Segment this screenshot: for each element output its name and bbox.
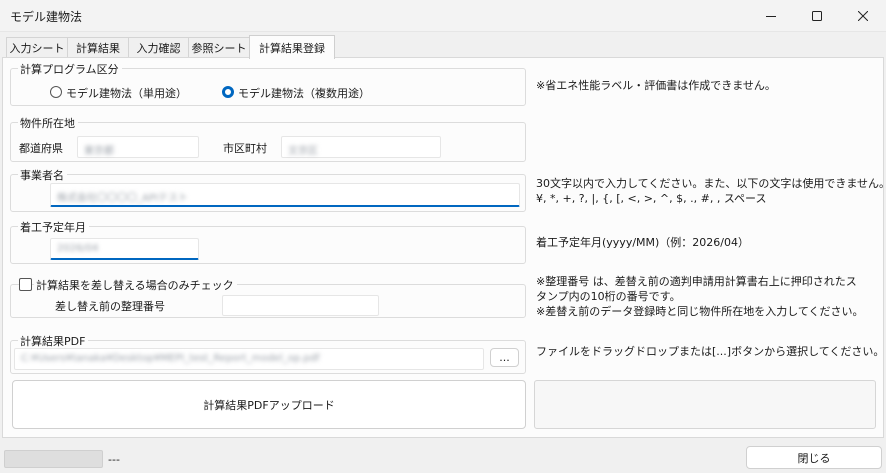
- tab-input-confirm[interactable]: 入力確認: [128, 37, 189, 58]
- city-label: 市区町村: [223, 142, 267, 155]
- pdf-legend: 計算結果PDF: [18, 333, 89, 349]
- upload-status-area: [534, 380, 876, 429]
- replace-note-1: ※整理番号 は、差替え前の適判申請用計算書右上に押印されたス: [536, 275, 857, 288]
- prefecture-input[interactable]: 東京都: [77, 136, 199, 158]
- prefecture-value: 東京都: [84, 146, 114, 157]
- close-button[interactable]: 閉じる: [746, 446, 882, 469]
- pdf-note: ファイルをドラッグドロップまたは[...]ボタンから選択してください。: [536, 345, 885, 358]
- program-legend: 計算プログラム区分: [18, 61, 122, 77]
- business-legend: 事業者名: [18, 167, 67, 183]
- minimize-icon: [766, 16, 776, 17]
- radio-multi-label: モデル建物法（複数用途）: [238, 87, 370, 100]
- status-bar: --- 閉じる: [0, 441, 886, 473]
- start-date-value: 2026/04: [57, 243, 99, 254]
- replace-checkbox[interactable]: [19, 278, 32, 291]
- program-note: ※省エネ性能ラベル・評価書は作成できません。: [536, 79, 776, 92]
- pdf-path-value: C:¥Users¥tanaka¥Desktop¥MEPI_test_Report…: [21, 353, 320, 364]
- window-title: モデル建物法: [10, 10, 83, 24]
- city-value: 文京区: [288, 146, 318, 157]
- business-name-value: 株式会社〇〇〇〇_APIテスト: [57, 193, 188, 204]
- browse-button[interactable]: ...: [490, 348, 519, 367]
- radio-single-use[interactable]: [50, 86, 62, 98]
- radio-multi-use[interactable]: [222, 86, 234, 98]
- business-name-input[interactable]: 株式会社〇〇〇〇_APIテスト: [50, 183, 520, 207]
- progress-bar: [4, 450, 103, 468]
- minimize-button[interactable]: [748, 0, 794, 32]
- tab-input-sheet[interactable]: 入力シート: [6, 37, 68, 58]
- start-note: 着工予定年月(yyyy/MM)（例：2026/04）: [536, 236, 750, 249]
- start-date-input[interactable]: 2026/04: [50, 238, 199, 260]
- tab-calc-result[interactable]: 計算結果: [67, 37, 129, 58]
- prefecture-label: 都道府県: [19, 142, 63, 155]
- status-text: ---: [108, 453, 120, 466]
- replace-note-2: タンプ内の10桁の番号です。: [536, 290, 681, 303]
- business-note-1: 30文字以内で入力してください。また、以下の文字は使用できません。: [536, 177, 886, 190]
- replace-check-label: 計算結果を差し替える場合のみチェック: [34, 277, 237, 293]
- maximize-icon: [812, 11, 822, 21]
- maximize-button[interactable]: [794, 0, 840, 32]
- replace-number-input[interactable]: [222, 295, 379, 316]
- tab-strip: 入力シート 計算結果 入力確認 参照シート 計算結果登録: [0, 33, 886, 59]
- close-icon: [858, 11, 868, 21]
- close-window-button[interactable]: [840, 0, 886, 32]
- replace-note-3: ※差替え前のデータ登録時と同じ物件所在地を入力してください。: [536, 305, 864, 318]
- start-legend: 着工予定年月: [18, 219, 89, 235]
- replace-number-label: 差し替え前の整理番号: [55, 300, 165, 313]
- upload-pdf-button[interactable]: 計算結果PDFアップロード: [12, 380, 526, 429]
- business-note-2: ¥, *, +, ?, |, {, [, <, >, ^, $, ., #, ,…: [536, 192, 767, 205]
- replace-number-value: [223, 296, 378, 304]
- title-bar: モデル建物法: [0, 0, 886, 32]
- city-input[interactable]: 文京区: [281, 136, 441, 158]
- tab-result-registration[interactable]: 計算結果登録: [249, 35, 335, 59]
- location-legend: 物件所在地: [18, 115, 78, 131]
- pdf-path-input[interactable]: C:¥Users¥tanaka¥Desktop¥MEPI_test_Report…: [14, 348, 484, 370]
- radio-single-label: モデル建物法（単用途）: [66, 87, 187, 100]
- tab-reference-sheet[interactable]: 参照シート: [188, 37, 250, 58]
